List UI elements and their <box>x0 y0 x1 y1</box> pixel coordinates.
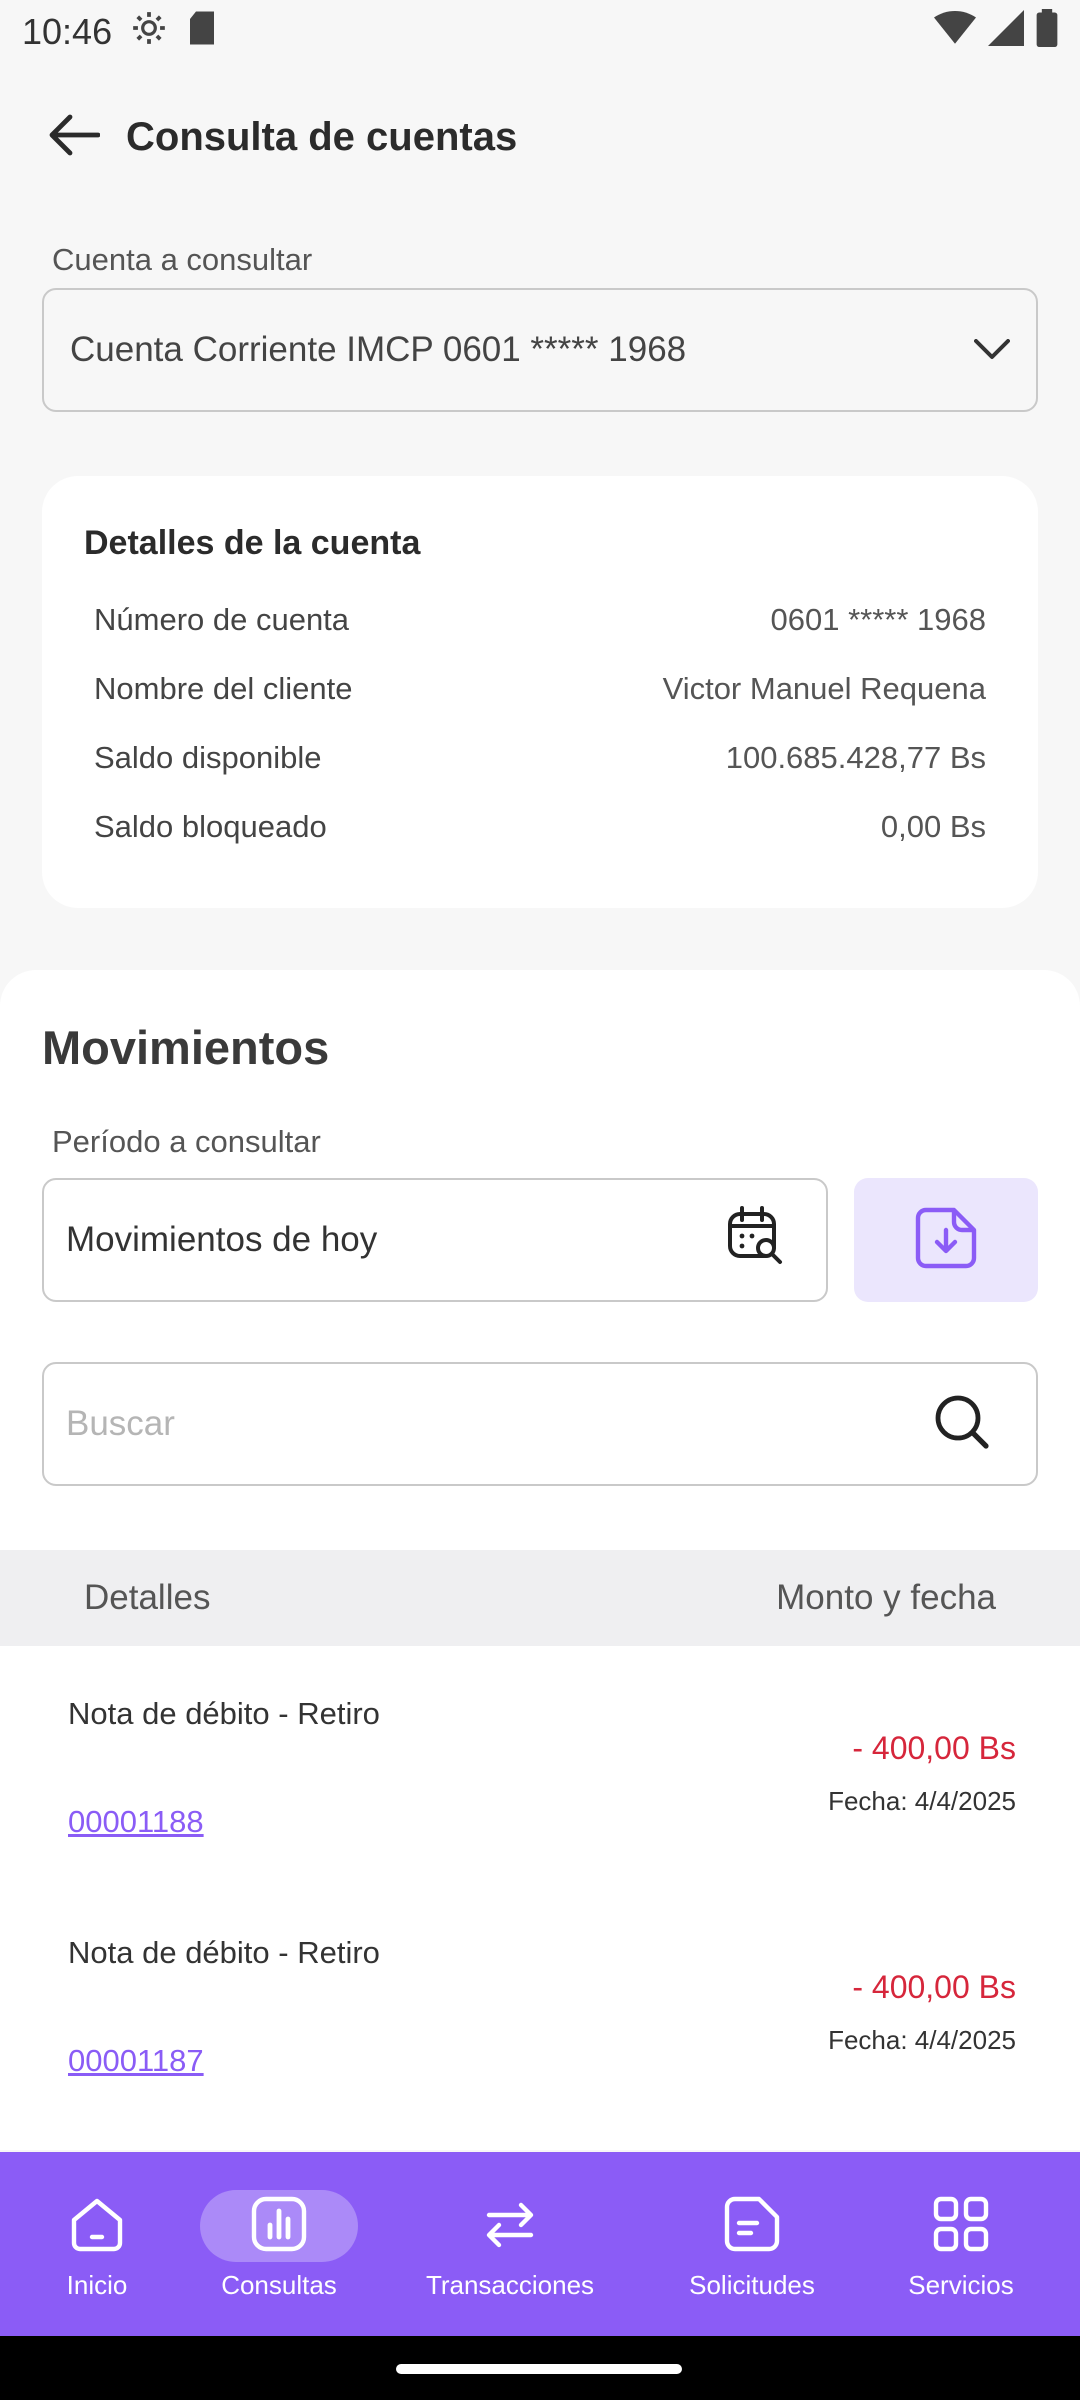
back-button[interactable] <box>44 107 104 167</box>
transaction-date: Fecha: 4/4/2025 <box>828 1786 1016 1816</box>
document-download-icon <box>914 1206 978 1275</box>
detail-value: 0,00 Bs <box>880 808 986 844</box>
nav-item-consultas[interactable]: Consultas <box>200 2152 358 2336</box>
detail-label: Número de cuenta <box>94 601 350 637</box>
transaction-description: Nota de débito - Retiro <box>68 1696 380 1731</box>
movements-section: Movimientos Período a consultar Movimien… <box>0 970 1080 2150</box>
nav-label: Servicios <box>908 2270 1014 2300</box>
app-bar: Consulta de cuentas <box>0 92 1080 182</box>
status-right <box>934 8 1058 56</box>
transfer-arrows-icon <box>478 2192 542 2256</box>
transaction-amount: - 400,00 Bs <box>852 1969 1016 2005</box>
detail-row-available-balance: Saldo disponible 100.685.428,77 Bs <box>94 723 986 792</box>
account-select-value: Cuenta Corriente IMCP 0601 ***** 1968 <box>70 330 687 369</box>
search-input[interactable] <box>66 1404 866 1444</box>
wifi-icon <box>934 10 976 55</box>
column-header-details: Detalles <box>84 1578 211 1617</box>
nav-item-inicio[interactable]: Inicio <box>44 2152 150 2336</box>
arrow-left-icon <box>48 113 101 162</box>
page-title: Consulta de cuentas <box>126 114 518 159</box>
detail-label: Nombre del cliente <box>94 670 353 706</box>
detail-value: 0601 ***** 1968 <box>770 601 986 637</box>
nav-label: Transacciones <box>425 2270 595 2300</box>
transaction-reference-link[interactable]: 00001187 <box>68 2043 204 2079</box>
bottom-navigation: Inicio Consultas Transacciones Solicitud… <box>0 2152 1080 2336</box>
details-rows: Número de cuenta 0601 ***** 1968 Nombre … <box>84 585 996 861</box>
system-gesture-area <box>0 2336 1080 2400</box>
status-bar: 10:46 <box>0 0 1080 64</box>
home-gesture-handle[interactable] <box>396 2364 682 2374</box>
account-select-label: Cuenta a consultar <box>52 242 313 277</box>
chevron-down-icon <box>974 330 1010 370</box>
nav-item-servicios[interactable]: Servicios <box>896 2152 1026 2336</box>
transaction-row[interactable]: Nota de débito - Retiro 00001187 - 400,0… <box>0 1885 1080 2124</box>
detail-label: Saldo disponible <box>94 739 322 775</box>
detail-label: Saldo bloqueado <box>94 808 327 844</box>
status-time: 10:46 <box>22 11 113 52</box>
nav-item-solicitudes[interactable]: Solicitudes <box>672 2152 832 2336</box>
details-title: Detalles de la cuenta <box>84 524 421 562</box>
detail-row-client-name: Nombre del cliente Victor Manuel Requena <box>94 654 986 723</box>
detail-row-blocked-balance: Saldo bloqueado 0,00 Bs <box>94 792 986 861</box>
transaction-amount: - 400,00 Bs <box>852 1730 1016 1766</box>
transaction-description: Nota de débito - Retiro <box>68 1935 380 1970</box>
account-select[interactable]: Cuenta Corriente IMCP 0601 ***** 1968 <box>42 288 1038 412</box>
chart-icon <box>247 2192 311 2256</box>
movements-title: Movimientos <box>42 1021 330 1074</box>
nav-label: Inicio <box>66 2270 128 2300</box>
search-icon[interactable] <box>934 1394 990 1455</box>
sd-card-icon <box>186 10 218 55</box>
search-field[interactable] <box>42 1362 1038 1486</box>
settings-gear-icon <box>130 9 168 56</box>
nav-label: Solicitudes <box>689 2270 815 2300</box>
transaction-reference-link[interactable]: 00001188 <box>68 1804 204 1840</box>
download-statement-button[interactable] <box>854 1178 1038 1302</box>
detail-value: Victor Manuel Requena <box>662 670 986 706</box>
nav-label: Consultas <box>221 2270 337 2300</box>
detail-value: 100.685.428,77 Bs <box>725 739 986 775</box>
transaction-row[interactable]: Nota de débito - Retiro 00001188 - 400,0… <box>0 1646 1080 1885</box>
calendar-search-icon <box>726 1205 784 1275</box>
detail-row-account-number: Número de cuenta 0601 ***** 1968 <box>94 585 986 654</box>
nav-item-transacciones[interactable]: Transacciones <box>410 2152 610 2336</box>
battery-icon <box>1036 8 1058 56</box>
period-value: Movimientos de hoy <box>66 1220 378 1259</box>
period-label: Período a consultar <box>52 1124 321 1159</box>
table-header: Detalles Monto y fecha <box>0 1550 1080 1646</box>
transaction-list: Nota de débito - Retiro 00001188 - 400,0… <box>0 1646 1080 2124</box>
status-left: 10:46 <box>22 9 218 56</box>
grid-icon <box>929 2192 993 2256</box>
home-icon <box>65 2192 129 2256</box>
transaction-date: Fecha: 4/4/2025 <box>828 2025 1016 2055</box>
account-details-card: Detalles de la cuenta Número de cuenta 0… <box>42 476 1038 908</box>
document-icon <box>720 2192 784 2256</box>
signal-icon <box>988 9 1024 55</box>
column-header-amount-date: Monto y fecha <box>776 1578 996 1617</box>
period-select[interactable]: Movimientos de hoy <box>42 1178 828 1302</box>
